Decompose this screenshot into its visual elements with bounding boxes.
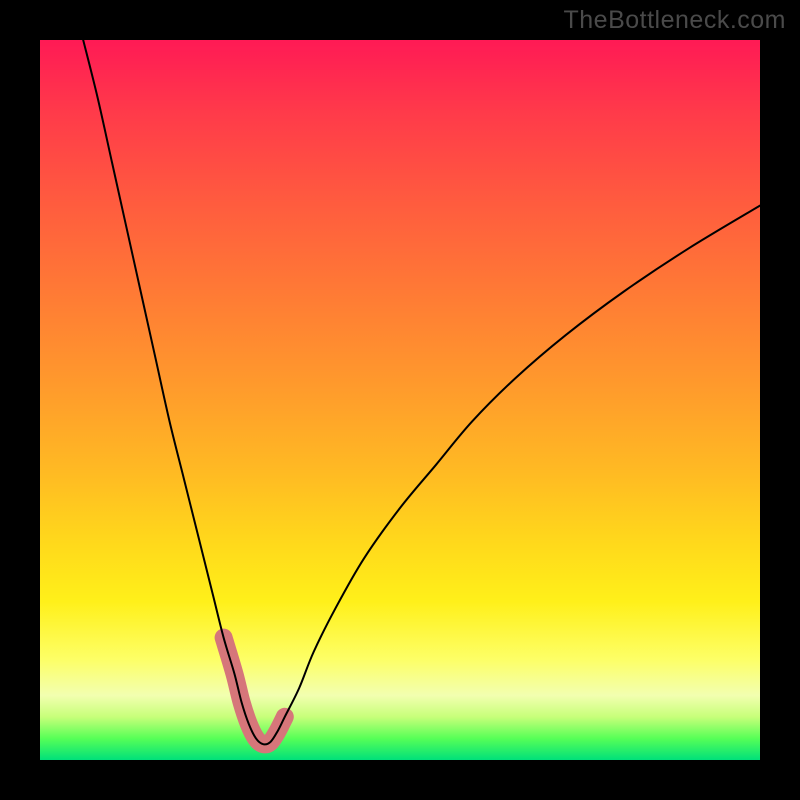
bottleneck-curve <box>83 40 760 744</box>
curve-svg <box>40 40 760 760</box>
chart-frame: TheBottleneck.com <box>0 0 800 800</box>
plot-area <box>40 40 760 760</box>
highlighted-min-band <box>224 638 285 745</box>
watermark-text: TheBottleneck.com <box>564 6 787 35</box>
